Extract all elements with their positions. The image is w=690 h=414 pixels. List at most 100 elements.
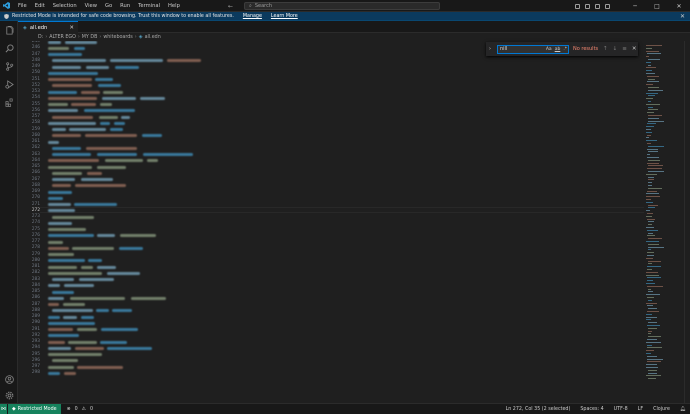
- problems-indicator[interactable]: ⊗ 0 ⚠ 0: [67, 407, 93, 412]
- vertical-scrollbar[interactable]: [684, 41, 690, 403]
- minimap-line: [646, 241, 659, 242]
- blurred-code-text: [48, 103, 68, 106]
- line-number: 267: [31, 176, 40, 182]
- line-number: 286: [31, 295, 40, 301]
- blurred-code-text: [48, 346, 71, 350]
- minimize-button[interactable]: ─: [624, 0, 646, 12]
- next-match-icon[interactable]: ↓: [613, 46, 618, 52]
- customize-layout-icon[interactable]: [605, 3, 610, 9]
- line-number: 261: [31, 139, 40, 144]
- close-tab-icon[interactable]: ✕: [69, 25, 74, 31]
- accounts-icon[interactable]: [3, 373, 15, 385]
- line-number: 298: [31, 370, 40, 376]
- blurred-code-text: [48, 140, 59, 144]
- blurred-code-text: [48, 90, 77, 94]
- blurred-code-text: [98, 84, 121, 88]
- find-input[interactable]: nill Aa ab .*: [497, 44, 569, 54]
- toggle-replace-chevron-icon[interactable]: ›: [489, 46, 494, 52]
- breadcrumb: D: › ALTER EGO › MY DB › whiteboards › ◈…: [18, 33, 161, 41]
- breadcrumb-my-db[interactable]: MY DB: [82, 35, 98, 40]
- blurred-code-text: [48, 71, 98, 75]
- breadcrumb-whiteboards[interactable]: whiteboards: [103, 35, 132, 40]
- menu-help[interactable]: Help: [164, 0, 184, 12]
- blurred-code-text: [97, 265, 116, 269]
- minimap-line: [646, 283, 655, 284]
- blurred-code-text: [48, 296, 64, 300]
- code-editor[interactable]: 245 246 247 248 249 250 251 252 253 254 255 256 257 2…: [18, 41, 644, 403]
- settings-gear-icon[interactable]: [3, 389, 15, 401]
- blurred-code-text: [88, 259, 102, 263]
- source-control-icon[interactable]: [3, 60, 15, 72]
- blurred-code-text: [52, 128, 66, 131]
- line-number: 273: [31, 214, 40, 219]
- minimap-line: [648, 372, 657, 374]
- minimap-line: [646, 45, 662, 46]
- notifications-bell-icon[interactable]: 🔔︎: [680, 407, 686, 412]
- menu-edit[interactable]: Edit: [31, 0, 49, 12]
- close-banner-icon[interactable]: ✕: [680, 12, 685, 21]
- match-case-toggle[interactable]: Aa: [546, 46, 552, 53]
- manage-link[interactable]: Manage: [243, 14, 262, 19]
- minimap-line: [646, 50, 659, 52]
- blurred-code-text: [64, 284, 94, 288]
- minimap-line: [648, 120, 664, 122]
- minimap-line: [648, 89, 663, 91]
- run-debug-icon[interactable]: [3, 78, 15, 90]
- encoding[interactable]: UTF-8: [614, 407, 628, 412]
- minimap-line: [646, 61, 651, 63]
- toggle-sidebar-icon[interactable]: [575, 3, 580, 9]
- menu-selection[interactable]: Selection: [49, 0, 81, 12]
- find-result-count: No results: [573, 46, 599, 52]
- end-of-line[interactable]: LF: [638, 407, 643, 412]
- minimap-line: [646, 313, 652, 315]
- language-mode[interactable]: Clojure: [653, 407, 670, 412]
- menu-run[interactable]: Run: [116, 0, 134, 12]
- search-view-icon[interactable]: [3, 42, 15, 54]
- breadcrumb-drive[interactable]: D:: [38, 35, 43, 40]
- minimap-line: [648, 101, 651, 102]
- restricted-mode-indicator[interactable]: ◆ Restricted Mode: [8, 404, 61, 414]
- shield-icon: [4, 13, 9, 19]
- maximize-button[interactable]: □: [646, 0, 668, 12]
- close-window-button[interactable]: ✕: [668, 0, 690, 12]
- indentation[interactable]: Spaces: 4: [580, 407, 603, 412]
- menu-file[interactable]: File: [14, 0, 31, 12]
- minimap-line: [648, 299, 652, 301]
- learn-more-link[interactable]: Learn More: [271, 14, 298, 19]
- toggle-secondary-sidebar-icon[interactable]: [595, 3, 600, 9]
- remote-indicator-icon[interactable]: ⋈: [0, 404, 7, 414]
- minimap-line: [648, 232, 653, 234]
- close-find-icon[interactable]: ✕: [632, 46, 637, 52]
- line-number: 256: [31, 107, 40, 113]
- minimap-line: [648, 165, 663, 167]
- back-arrow-icon[interactable]: ←: [228, 3, 233, 10]
- regex-toggle[interactable]: .*: [563, 46, 567, 53]
- blurred-code-text: [77, 328, 97, 331]
- minimap-line: [647, 311, 659, 312]
- blurred-code-text: [86, 146, 137, 150]
- edn-file-icon: ◈: [138, 34, 143, 40]
- menu-terminal[interactable]: Terminal: [134, 0, 164, 12]
- blurred-code-text: [79, 278, 114, 281]
- command-center-search[interactable]: ⌕ Search: [244, 2, 440, 10]
- previous-match-icon[interactable]: ↑: [603, 46, 608, 52]
- minimap-line: [646, 375, 661, 377]
- cursor-position[interactable]: Ln 272, Col 35 (2 selected): [506, 407, 571, 412]
- blurred-code-text: [110, 128, 123, 131]
- find-in-selection-icon[interactable]: ≡: [622, 46, 627, 52]
- line-number-gutter: 245 246 247 248 249 250 251 252 253 254 255 256 257 2…: [18, 41, 40, 403]
- menu-go[interactable]: Go: [101, 0, 116, 12]
- breadcrumb-alter-ego[interactable]: ALTER EGO: [49, 35, 76, 40]
- toggle-panel-icon[interactable]: [585, 3, 590, 9]
- explorer-icon[interactable]: [3, 24, 15, 36]
- breadcrumb-file[interactable]: all.edn: [145, 35, 161, 40]
- tab-all-edn[interactable]: ◈ all.edn ✕: [18, 21, 78, 33]
- minimap[interactable]: [644, 41, 684, 403]
- warning-count: 0: [89, 406, 94, 412]
- line-number: 265: [31, 164, 40, 169]
- minimap-line: [647, 347, 662, 349]
- blurred-code-text: [84, 109, 135, 113]
- whole-word-toggle[interactable]: ab: [555, 46, 561, 53]
- menu-view[interactable]: View: [81, 0, 101, 12]
- extensions-icon[interactable]: [3, 96, 15, 108]
